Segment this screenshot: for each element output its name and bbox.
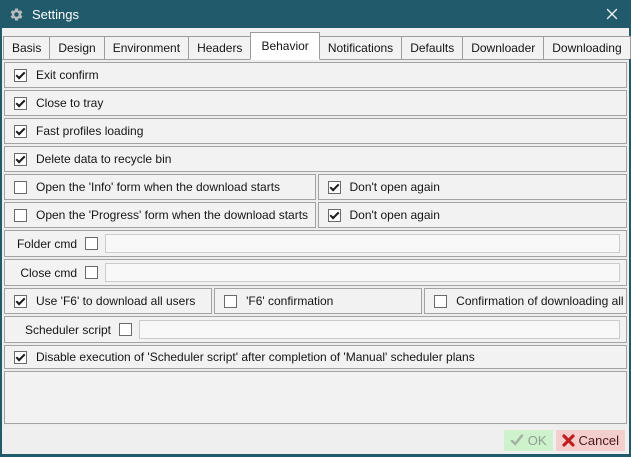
cancel-button[interactable]: Cancel xyxy=(556,430,625,451)
f6-confirmation-cell: 'F6' confirmation xyxy=(214,288,422,314)
use-f6-cell: Use 'F6' to download all users xyxy=(4,288,212,314)
row-disable-scheduler-script: Disable execution of 'Scheduler script' … xyxy=(4,345,627,369)
x-icon xyxy=(562,434,575,447)
use-f6-label: Use 'F6' to download all users xyxy=(36,294,195,308)
row-f6-options: Use 'F6' to download all users 'F6' conf… xyxy=(4,288,627,314)
close-cmd-input[interactable] xyxy=(105,263,620,282)
tab-page-behavior: Exit confirm Close to tray Fast profiles… xyxy=(2,60,629,426)
ok-label: OK xyxy=(528,433,547,448)
scheduler-script-label: Scheduler script xyxy=(5,323,111,337)
empty-panel xyxy=(4,371,627,424)
tab-basis[interactable]: Basis xyxy=(3,36,50,59)
window-body: Basis Design Environment Headers Behavio… xyxy=(2,28,629,454)
close-to-tray-checkbox[interactable] xyxy=(14,97,27,110)
footer-bar: OK Cancel xyxy=(2,426,629,454)
row-scheduler-script: Scheduler script xyxy=(4,316,627,343)
scheduler-script-checkbox[interactable] xyxy=(119,323,132,336)
close-cmd-checkbox[interactable] xyxy=(85,266,98,279)
tab-notifications[interactable]: Notifications xyxy=(319,36,402,59)
confirmation-downloading-all-cell: Confirmation of downloading all xyxy=(424,288,627,314)
folder-cmd-checkbox[interactable] xyxy=(85,237,98,250)
disable-scheduler-script-label: Disable execution of 'Scheduler script' … xyxy=(36,350,475,364)
delete-to-recycle-bin-checkbox[interactable] xyxy=(14,153,27,166)
row-open-info-form: Open the 'Info' form when the download s… xyxy=(4,174,627,200)
confirmation-downloading-all-label: Confirmation of downloading all xyxy=(456,294,623,308)
tab-design[interactable]: Design xyxy=(49,36,104,59)
tab-bar: Basis Design Environment Headers Behavio… xyxy=(2,28,629,60)
info-dont-open-again-checkbox[interactable] xyxy=(328,181,341,194)
row-folder-cmd: Folder cmd xyxy=(4,230,627,257)
cancel-label: Cancel xyxy=(579,433,619,448)
row-fast-profiles-loading: Fast profiles loading xyxy=(4,118,627,144)
open-progress-form-cell: Open the 'Progress' form when the downlo… xyxy=(4,202,316,228)
row-close-cmd: Close cmd xyxy=(4,259,627,286)
fast-profiles-loading-checkbox[interactable] xyxy=(14,125,27,138)
info-dont-open-again-label: Don't open again xyxy=(350,180,440,194)
row-close-to-tray: Close to tray xyxy=(4,90,627,116)
close-to-tray-label: Close to tray xyxy=(36,96,103,110)
progress-dont-open-again-checkbox[interactable] xyxy=(328,209,341,222)
close-cmd-label: Close cmd xyxy=(5,266,77,280)
delete-to-recycle-bin-label: Delete data to recycle bin xyxy=(36,152,171,166)
settings-window: Settings Basis Design Environment Header… xyxy=(0,0,631,457)
tab-defaults[interactable]: Defaults xyxy=(401,36,463,59)
folder-cmd-label: Folder cmd xyxy=(5,237,77,251)
gear-icon xyxy=(9,7,24,22)
titlebar: Settings xyxy=(2,0,629,28)
ok-button[interactable]: OK xyxy=(504,430,553,451)
tab-downloading[interactable]: Downloading xyxy=(543,36,630,59)
tab-headers[interactable]: Headers xyxy=(188,36,251,59)
close-icon xyxy=(606,8,618,20)
confirmation-downloading-all-checkbox[interactable] xyxy=(434,295,447,308)
tab-downloader[interactable]: Downloader xyxy=(462,36,544,59)
f6-confirmation-checkbox[interactable] xyxy=(224,295,237,308)
row-exit-confirm: Exit confirm xyxy=(4,62,627,88)
tab-environment[interactable]: Environment xyxy=(104,36,189,59)
open-progress-form-checkbox[interactable] xyxy=(14,209,27,222)
exit-confirm-checkbox[interactable] xyxy=(14,69,27,82)
progress-dont-open-again-label: Don't open again xyxy=(350,208,440,222)
open-progress-form-label: Open the 'Progress' form when the downlo… xyxy=(36,208,308,222)
window-title: Settings xyxy=(32,7,79,22)
open-info-form-checkbox[interactable] xyxy=(14,181,27,194)
use-f6-checkbox[interactable] xyxy=(14,295,27,308)
close-button[interactable] xyxy=(595,0,629,28)
row-delete-to-recycle-bin: Delete data to recycle bin xyxy=(4,146,627,172)
info-dont-open-again-cell: Don't open again xyxy=(318,174,628,200)
row-open-progress-form: Open the 'Progress' form when the downlo… xyxy=(4,202,627,228)
check-icon xyxy=(510,434,524,446)
open-info-form-cell: Open the 'Info' form when the download s… xyxy=(4,174,316,200)
fast-profiles-loading-label: Fast profiles loading xyxy=(36,124,143,138)
disable-scheduler-script-checkbox[interactable] xyxy=(14,351,27,364)
f6-confirmation-label: 'F6' confirmation xyxy=(246,294,333,308)
progress-dont-open-again-cell: Don't open again xyxy=(318,202,628,228)
exit-confirm-label: Exit confirm xyxy=(36,68,99,82)
tab-behavior[interactable]: Behavior xyxy=(250,32,319,60)
folder-cmd-input[interactable] xyxy=(105,234,620,253)
open-info-form-label: Open the 'Info' form when the download s… xyxy=(36,180,280,194)
scheduler-script-input[interactable] xyxy=(139,320,620,339)
